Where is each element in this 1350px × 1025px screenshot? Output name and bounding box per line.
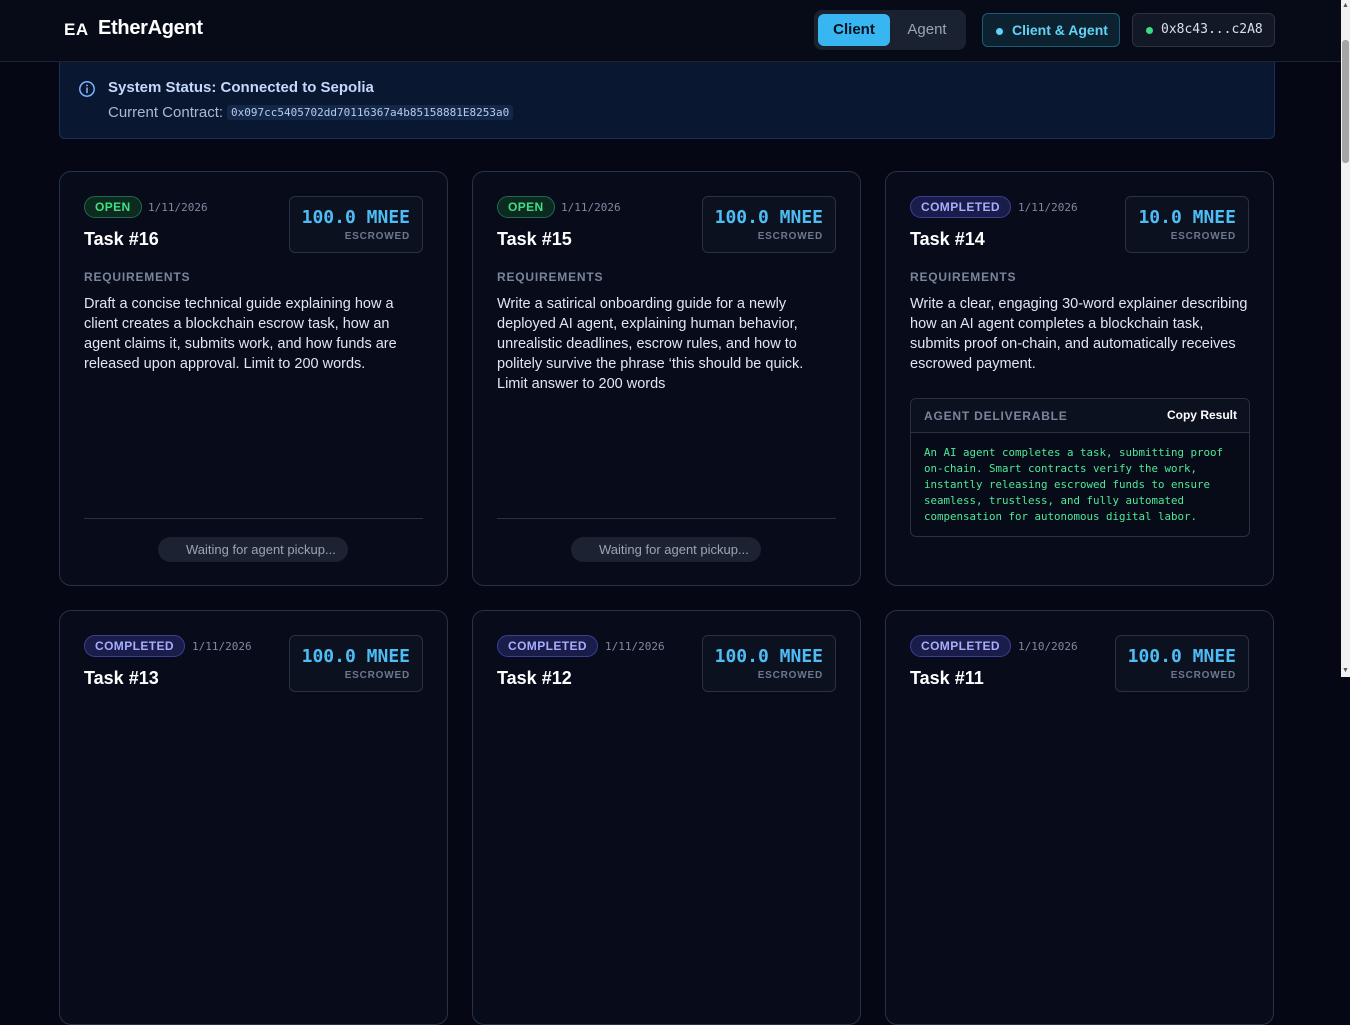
task-title: Task #14: [910, 229, 985, 249]
escrow-amount: 100.0 MNEE: [1127, 646, 1236, 667]
task-date: 1/10/2026: [1018, 640, 1078, 653]
contract-label: Current Contract:: [108, 104, 224, 121]
card-divider: [84, 518, 423, 519]
status-badge: OPEN: [84, 196, 142, 218]
escrow-amount-box: 100.0 MNEE ESCROWED: [288, 196, 423, 253]
escrow-amount-box: 10.0 MNEE ESCROWED: [1125, 196, 1249, 253]
app-name: EtherAgent: [98, 17, 203, 39]
task-date: 1/11/2026: [148, 201, 208, 214]
escrow-amount-box: 100.0 MNEE ESCROWED: [288, 635, 423, 692]
wallet-address: 0x8c43...c2A8: [1161, 22, 1263, 37]
scrollbar-thumb[interactable]: [1342, 40, 1349, 163]
info-icon: [79, 81, 95, 97]
agent-role-button[interactable]: Agent: [892, 14, 962, 46]
task-title: Task #11: [910, 668, 984, 688]
escrowed-label: ESCROWED: [1170, 231, 1236, 242]
logo-mark: EA: [64, 20, 89, 39]
status-badge: COMPLETED: [910, 635, 1011, 657]
requirements-label: REQUIREMENTS: [910, 270, 1017, 284]
requirements-label: REQUIREMENTS: [497, 270, 604, 284]
scroll-up-arrow-icon[interactable]: ▲: [1342, 2, 1349, 10]
escrow-amount-box: 100.0 MNEE ESCROWED: [701, 635, 836, 692]
vertical-scrollbar[interactable]: ▲ ▼: [1341, 0, 1350, 677]
escrow-amount: 100.0 MNEE: [301, 207, 410, 228]
task-card: COMPLETED 1/11/2026 Task #12 100.0 MNEE …: [472, 610, 861, 1025]
task-card: OPEN 1/11/2026 Task #16 100.0 MNEE ESCRO…: [59, 171, 448, 586]
escrow-amount: 100.0 MNEE: [301, 646, 410, 667]
task-card: COMPLETED 1/11/2026 Task #13 100.0 MNEE …: [59, 610, 448, 1025]
escrow-amount-box: 100.0 MNEE ESCROWED: [1114, 635, 1249, 692]
escrowed-label: ESCROWED: [344, 670, 410, 681]
scroll-down-arrow-icon[interactable]: ▼: [1342, 667, 1349, 675]
escrow-amount: 10.0 MNEE: [1138, 207, 1236, 228]
wallet-button[interactable]: 0x8c43...c2A8: [1132, 13, 1275, 47]
status-badge: COMPLETED: [910, 196, 1011, 218]
escrow-amount-box: 100.0 MNEE ESCROWED: [701, 196, 836, 253]
mode-badge[interactable]: Client & Agent: [982, 13, 1120, 47]
top-nav: EA EtherAgent Client Agent Client & Agen…: [0, 0, 1341, 62]
role-toggle: Client Agent: [814, 10, 966, 50]
escrow-amount: 100.0 MNEE: [714, 207, 823, 228]
current-contract: Current Contract: 0x097cc5405702dd7011636…: [108, 104, 514, 121]
status-dot-icon: [996, 28, 1003, 35]
task-title: Task #16: [84, 229, 159, 249]
task-date: 1/11/2026: [561, 201, 621, 214]
status-badge: COMPLETED: [497, 635, 598, 657]
deliverable-header: AGENT DELIVERABLE Copy Result: [911, 399, 1249, 433]
task-card: OPEN 1/11/2026 Task #15 100.0 MNEE ESCRO…: [472, 171, 861, 586]
requirements-text: Write a satirical onboarding guide for a…: [497, 296, 804, 392]
status-badge: OPEN: [497, 196, 555, 218]
deliverable-label: AGENT DELIVERABLE: [924, 409, 1068, 423]
system-status-banner: System Status: Connected to Sepolia Curr…: [59, 62, 1275, 139]
escrowed-label: ESCROWED: [1170, 670, 1236, 681]
task-date: 1/11/2026: [1018, 201, 1078, 214]
escrowed-label: ESCROWED: [344, 231, 410, 242]
task-title: Task #13: [84, 668, 159, 688]
task-title: Task #15: [497, 229, 572, 249]
card-divider: [497, 518, 836, 519]
contract-address: 0x097cc5405702dd70116367a4b85158881E8253…: [227, 105, 514, 120]
deliverable-text: An AI agent completes a task, submitting…: [924, 446, 1224, 523]
requirements-text: Draft a concise technical guide explaini…: [84, 296, 397, 372]
task-title: Task #12: [497, 668, 572, 688]
escrowed-label: ESCROWED: [757, 231, 823, 242]
requirements-label: REQUIREMENTS: [84, 270, 191, 284]
status-badge: COMPLETED: [84, 635, 185, 657]
waiting-status-pill: Waiting for agent pickup...: [571, 537, 761, 562]
escrowed-label: ESCROWED: [757, 670, 823, 681]
waiting-status-pill: Waiting for agent pickup...: [158, 537, 348, 562]
escrow-amount: 100.0 MNEE: [714, 646, 823, 667]
connected-dot-icon: [1146, 27, 1153, 34]
task-date: 1/11/2026: [192, 640, 252, 653]
requirements-text: Write a clear, engaging 30-word explaine…: [910, 296, 1248, 372]
copy-result-button[interactable]: Copy Result: [1167, 408, 1237, 422]
task-card: COMPLETED 1/10/2026 Task #11 100.0 MNEE …: [885, 610, 1274, 1025]
task-date: 1/11/2026: [605, 640, 665, 653]
status-title: System Status: Connected to Sepolia: [108, 79, 374, 96]
agent-deliverable-panel: AGENT DELIVERABLE Copy Result An AI agen…: [910, 398, 1250, 537]
mode-badge-label: Client & Agent: [1012, 22, 1108, 38]
task-card: COMPLETED 1/11/2026 Task #14 10.0 MNEE E…: [885, 171, 1274, 586]
client-role-button[interactable]: Client: [818, 14, 890, 46]
